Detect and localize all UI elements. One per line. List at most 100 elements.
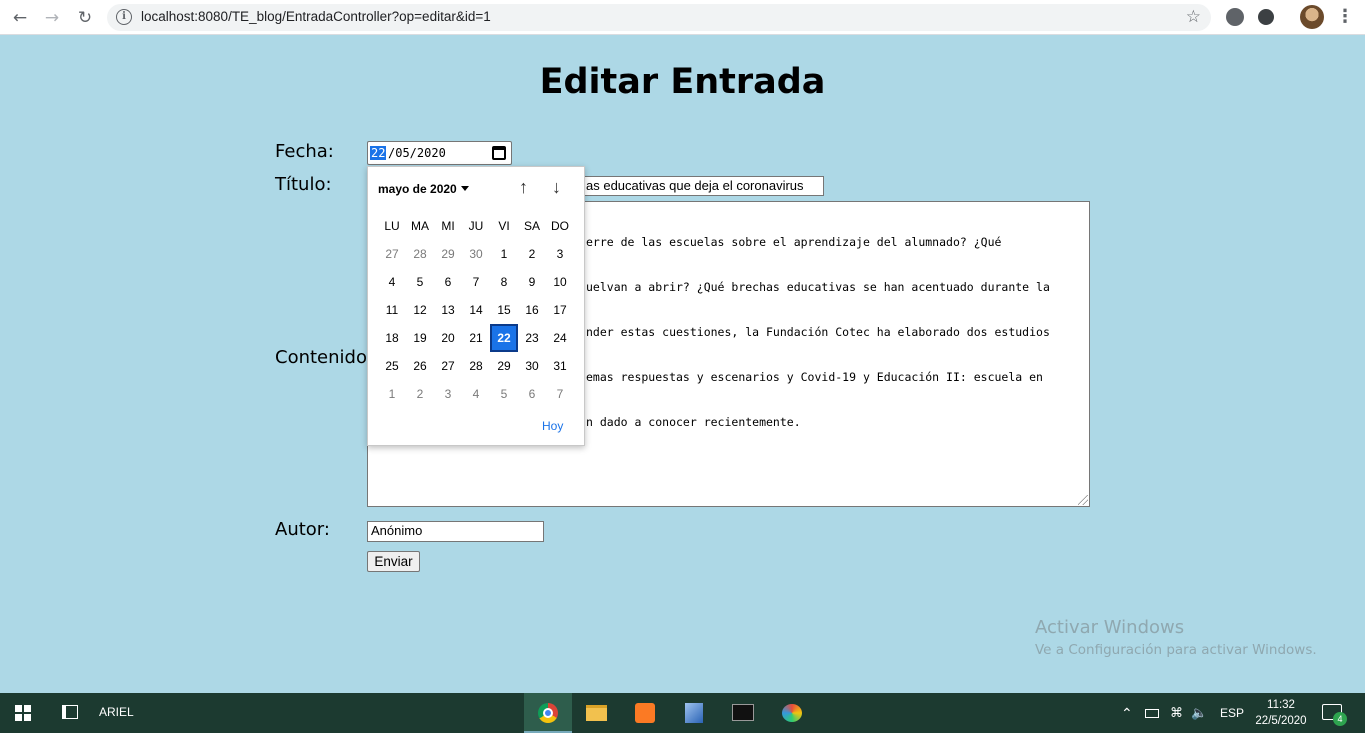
contenido-line: emas respuestas y escenarios y Covid-19 … (586, 370, 1043, 384)
autor-value: Anónimo (371, 523, 423, 538)
calendar-day[interactable]: 22 (490, 324, 518, 352)
calendar-day[interactable]: 11 (378, 296, 406, 324)
calendar-day[interactable]: 6 (434, 268, 462, 296)
next-month-arrow-icon[interactable]: ↓ (552, 177, 561, 198)
windows-taskbar: ARIEL ⌃ ⌘ 🔈 ESP 11:32 22/5/2020 4 (0, 693, 1365, 733)
calendar-day[interactable]: 5 (406, 268, 434, 296)
calendar-day[interactable]: 19 (406, 324, 434, 352)
reload-icon[interactable]: ↻ (73, 6, 97, 30)
page-title: Editar Entrada (539, 62, 826, 102)
wifi-icon[interactable]: ⌘ (1170, 693, 1183, 733)
xampp-taskbar-icon[interactable] (621, 693, 669, 733)
contenido-line: erre de las escuelas sobre el aprendizaj… (586, 235, 1002, 249)
fecha-date-input[interactable]: 22 /05/2020 (367, 141, 512, 165)
calendar-day[interactable]: 29 (434, 240, 462, 268)
calendar-day[interactable]: 27 (434, 352, 462, 380)
volume-icon[interactable]: 🔈 (1191, 693, 1207, 733)
calendar-day[interactable]: 1 (490, 240, 518, 268)
weekday-header: SA (523, 219, 540, 233)
clock-date: 22/5/2020 (1255, 715, 1307, 727)
weekday-header: JU (468, 219, 484, 233)
calendar-icon[interactable] (492, 146, 506, 160)
calendar-day[interactable]: 28 (462, 352, 490, 380)
forward-arrow-icon[interactable]: → (40, 6, 64, 30)
dropdown-caret-icon[interactable] (461, 186, 469, 191)
fecha-day-segment[interactable]: 22 (370, 146, 387, 160)
contenido-line: n dado a conocer recientemente. (586, 415, 801, 429)
weekday-header: LU (384, 219, 400, 233)
calendar-day[interactable]: 1 (378, 380, 406, 408)
weekday-header: VI (498, 219, 510, 233)
calendar-day[interactable]: 25 (378, 352, 406, 380)
contenido-line: uelvan a abrir? ¿Qué brechas educativas … (586, 280, 1050, 294)
browser-toolbar: ← → ↻ i localhost:8080/TE_blog/EntradaCo… (0, 0, 1365, 35)
calendar-day[interactable]: 2 (406, 380, 434, 408)
chrome-taskbar-icon[interactable] (524, 693, 572, 733)
url-text[interactable]: localhost:8080/TE_blog/EntradaController… (141, 9, 491, 24)
calendar-day[interactable]: 26 (406, 352, 434, 380)
calendar-day[interactable]: 4 (462, 380, 490, 408)
windows-start-icon[interactable] (15, 705, 31, 721)
calendar-day[interactable]: 3 (546, 240, 574, 268)
calendar-day[interactable]: 30 (518, 352, 546, 380)
calendar-day[interactable]: 9 (518, 268, 546, 296)
terminal-taskbar-icon[interactable] (719, 693, 767, 733)
profile-avatar[interactable] (1300, 5, 1324, 29)
extension-icon[interactable] (1258, 9, 1274, 25)
calendar-day[interactable]: 18 (378, 324, 406, 352)
info-icon[interactable]: i (116, 9, 132, 25)
calendar-day[interactable]: 23 (518, 324, 546, 352)
calendar-day[interactable]: 14 (462, 296, 490, 324)
weekday-header: MI (441, 219, 455, 233)
calendar-day[interactable]: 5 (490, 380, 518, 408)
autor-input[interactable]: Anónimo (367, 521, 544, 542)
activation-watermark-title: Activar Windows (1035, 617, 1185, 638)
taskbar-user: ARIEL (99, 705, 134, 719)
calendar-day[interactable]: 20 (434, 324, 462, 352)
calendar-day[interactable]: 30 (462, 240, 490, 268)
calendar-day[interactable]: 13 (434, 296, 462, 324)
calendar-day[interactable]: 10 (546, 268, 574, 296)
titulo-label: Título: (275, 174, 332, 195)
calendar-day[interactable]: 31 (546, 352, 574, 380)
calendar-day[interactable]: 8 (490, 268, 518, 296)
clock-time: 11:32 (1267, 699, 1295, 711)
virtualbox-taskbar-icon[interactable] (670, 693, 718, 733)
battery-icon[interactable] (1145, 709, 1159, 718)
calendar-day[interactable]: 17 (546, 296, 574, 324)
file-explorer-taskbar-icon[interactable] (572, 693, 620, 733)
month-selector[interactable]: mayo de 2020 (378, 182, 457, 196)
calendar-day[interactable]: 21 (462, 324, 490, 352)
fecha-label: Fecha: (275, 141, 334, 162)
calendar-day[interactable]: 29 (490, 352, 518, 380)
calendar-day[interactable]: 24 (546, 324, 574, 352)
calendar-day[interactable]: 12 (406, 296, 434, 324)
language-indicator[interactable]: ESP (1220, 693, 1244, 733)
calendar-day[interactable]: 27 (378, 240, 406, 268)
calendar-day[interactable]: 3 (434, 380, 462, 408)
autor-label: Autor: (275, 519, 330, 540)
bookmark-star-icon[interactable]: ☆ (1186, 7, 1201, 27)
calendar-day[interactable]: 7 (462, 268, 490, 296)
paint-taskbar-icon[interactable] (768, 693, 816, 733)
today-button[interactable]: Hoy (542, 419, 563, 433)
previous-month-arrow-icon[interactable]: ↑ (519, 177, 528, 198)
show-hidden-icons-chevron-icon[interactable]: ⌃ (1121, 693, 1133, 733)
task-view-icon[interactable] (62, 705, 78, 719)
calendar-day[interactable]: 28 (406, 240, 434, 268)
fecha-month-year[interactable]: /05/2020 (388, 146, 446, 160)
address-bar[interactable]: i localhost:8080/TE_blog/EntradaControll… (107, 4, 1211, 31)
enviar-button[interactable]: Enviar (367, 551, 420, 572)
taskbar-clock[interactable]: 11:32 22/5/2020 (1253, 697, 1309, 729)
resize-handle[interactable] (1078, 495, 1088, 505)
weekday-header: DO (551, 219, 569, 233)
calendar-day[interactable]: 6 (518, 380, 546, 408)
calendar-day[interactable]: 7 (546, 380, 574, 408)
calendar-day[interactable]: 4 (378, 268, 406, 296)
calendar-day[interactable]: 15 (490, 296, 518, 324)
back-arrow-icon[interactable]: ← (8, 6, 32, 30)
calendar-day[interactable]: 2 (518, 240, 546, 268)
menu-kebab-icon[interactable]: ⋮ (1336, 6, 1354, 27)
calendar-day[interactable]: 16 (518, 296, 546, 324)
download-icon[interactable] (1226, 8, 1244, 26)
